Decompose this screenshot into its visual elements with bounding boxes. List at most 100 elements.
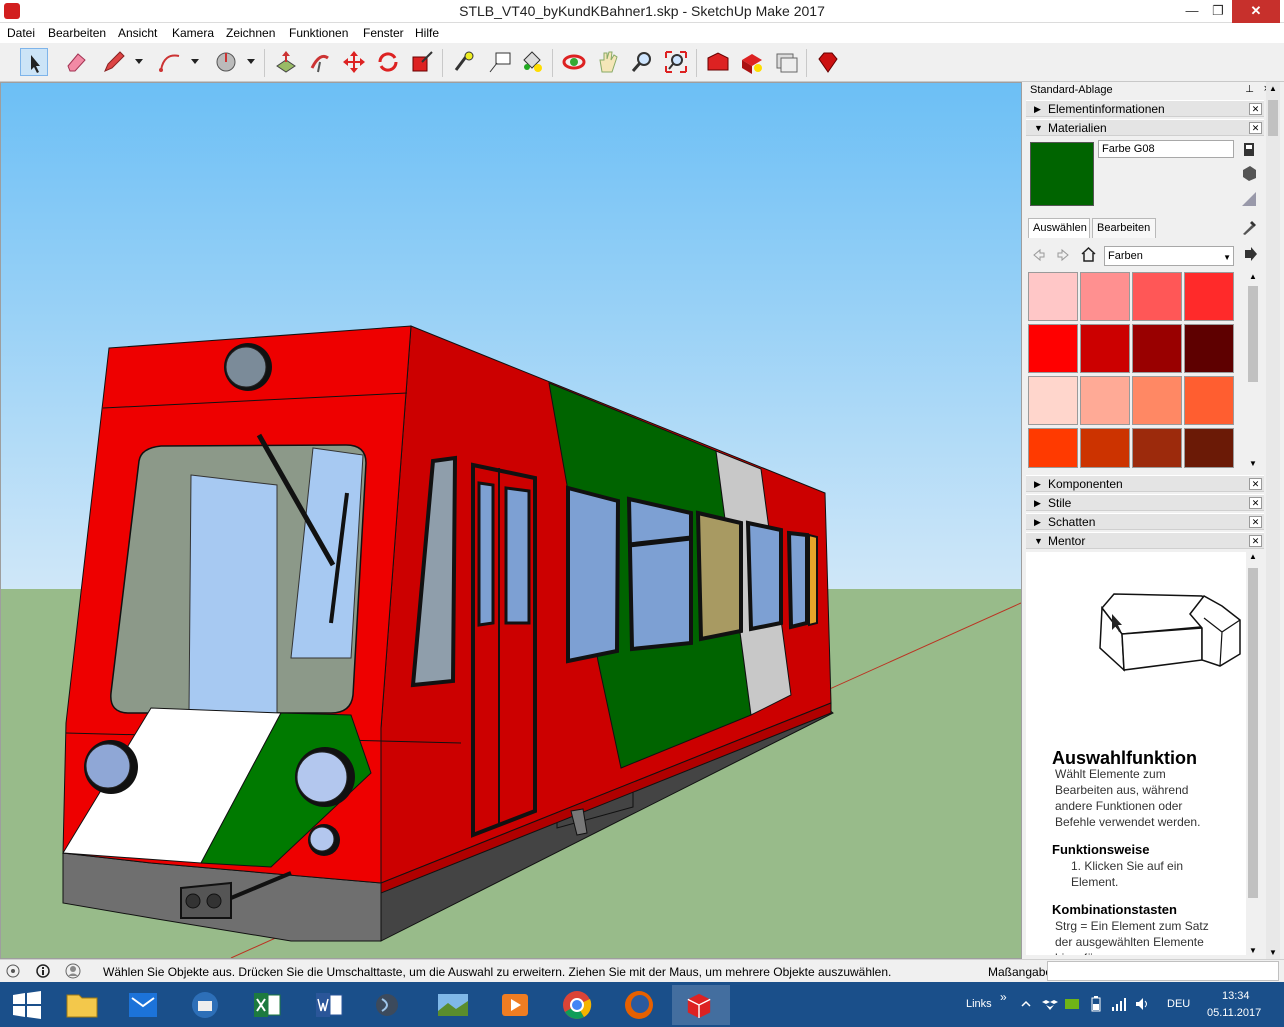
eyedropper-icon[interactable] [1240,218,1258,236]
scroll-up-icon[interactable]: ▲ [1249,552,1257,561]
wifi-icon[interactable] [1110,996,1128,1012]
volume-icon[interactable] [1134,996,1150,1012]
push-pull-icon[interactable] [272,48,300,76]
scrollbar-thumb[interactable] [1248,568,1258,898]
battery-icon[interactable] [1088,996,1104,1012]
select-icon[interactable] [20,48,48,76]
media-player-icon[interactable] [488,985,542,1025]
material-swatch[interactable] [1080,324,1130,373]
firefox-icon[interactable] [612,985,666,1025]
clock-time[interactable]: 13:34 [1222,990,1250,1002]
ruby-icon[interactable] [814,48,842,76]
swatch-scrollbar[interactable]: ▲ ▼ [1246,272,1260,468]
info-icon[interactable] [35,963,51,979]
scroll-up-icon[interactable]: ▲ [1269,84,1277,93]
close-icon[interactable]: ✕ [1249,122,1262,134]
forward-arrow-icon[interactable] [1056,248,1070,262]
close-icon[interactable]: ✕ [1249,103,1262,115]
sample-paint-icon[interactable] [1240,190,1258,208]
word-icon[interactable] [302,985,356,1025]
material-swatch[interactable] [1132,272,1182,321]
arc-dropdown-chevron-down-icon[interactable] [190,56,200,66]
scroll-down-icon[interactable]: ▼ [1249,459,1257,468]
text-icon[interactable] [486,48,514,76]
material-swatch[interactable] [1028,272,1078,321]
follow-me-icon[interactable] [306,48,334,76]
menu-zeichnen[interactable]: Zeichnen [226,26,275,40]
material-swatch[interactable] [1028,428,1078,468]
geo-location-icon[interactable] [5,963,21,979]
material-swatch[interactable] [1184,376,1234,425]
scroll-down-icon[interactable]: ▼ [1249,946,1257,955]
thunderbird-icon[interactable] [178,985,232,1025]
chevron-right-icon[interactable]: » [1000,990,1007,1004]
app-icon[interactable] [360,985,414,1025]
warehouse-icon[interactable] [704,48,732,76]
material-swatch[interactable] [1132,324,1182,373]
panel-styles[interactable]: ▶ Stile ✕ [1026,494,1264,511]
scroll-up-icon[interactable]: ▲ [1249,272,1257,281]
current-material-swatch[interactable] [1030,142,1094,206]
material-swatch[interactable] [1184,272,1234,321]
default-material-icon[interactable] [1240,164,1258,182]
rotate-icon[interactable] [374,48,402,76]
share-icon[interactable] [772,48,800,76]
maximize-button[interactable]: ❐ [1206,0,1230,23]
clock-date[interactable]: 05.11.2017 [1207,1007,1261,1019]
material-swatch[interactable] [1132,376,1182,425]
scale-icon[interactable] [408,48,436,76]
panel-materials[interactable]: ▼ Materialien ✕ [1026,119,1264,136]
move-icon[interactable] [340,48,368,76]
material-swatch[interactable] [1080,428,1130,468]
input-language[interactable]: DEU [1167,998,1190,1010]
account-icon[interactable] [65,963,81,979]
links-toolbar[interactable]: Links [966,998,992,1010]
pan-icon[interactable] [594,48,622,76]
chevron-up-icon[interactable] [1020,998,1032,1010]
chrome-icon[interactable] [550,985,604,1025]
menu-ansicht[interactable]: Ansicht [118,26,157,40]
panel-components[interactable]: ▶ Komponenten ✕ [1026,475,1264,492]
material-swatch[interactable] [1184,324,1234,373]
arc-icon[interactable] [156,48,184,76]
material-swatch[interactable] [1132,428,1182,468]
shape-dropdown-chevron-down-icon[interactable] [246,56,256,66]
scrollbar-thumb[interactable] [1268,100,1278,136]
sketchup-icon[interactable] [672,985,730,1025]
mentor-scrollbar[interactable]: ▲ ▼ [1246,552,1260,955]
menu-kamera[interactable]: Kamera [172,26,214,40]
close-icon[interactable]: ✕ [1249,497,1262,509]
library-select[interactable]: Farben ▼ [1104,246,1234,266]
measurements-input[interactable] [1047,961,1279,981]
panel-shadows[interactable]: ▶ Schatten ✕ [1026,513,1264,530]
photos-icon[interactable] [426,985,480,1025]
pencil-dropdown-chevron-down-icon[interactable] [134,56,144,66]
close-button[interactable]: ✕ [1232,0,1280,23]
details-arrow-icon[interactable] [1242,246,1258,262]
drawing-viewport[interactable] [0,82,1022,959]
material-name-field[interactable]: Farbe G08 [1098,140,1234,158]
scroll-down-icon[interactable]: ▼ [1269,948,1277,957]
close-icon[interactable]: ✕ [1249,535,1262,547]
menu-fenster[interactable]: Fenster [363,26,404,40]
eraser-icon[interactable] [62,48,90,76]
back-arrow-icon[interactable] [1032,248,1046,262]
create-material-icon[interactable] [1240,140,1258,158]
home-icon[interactable] [1080,246,1097,263]
material-swatch[interactable] [1080,376,1130,425]
close-icon[interactable]: ✕ [1249,478,1262,490]
dropbox-icon[interactable] [1042,996,1058,1012]
zoom-extents-icon[interactable] [662,48,690,76]
menu-bearbeiten[interactable]: Bearbeiten [48,26,106,40]
nvidia-icon[interactable] [1064,996,1080,1012]
pin-icon[interactable]: ⊥ [1245,84,1254,95]
pie-icon[interactable] [212,48,240,76]
material-swatch[interactable] [1028,376,1078,425]
menu-hilfe[interactable]: Hilfe [415,26,439,40]
file-explorer-icon[interactable] [55,985,109,1025]
tray-scrollbar[interactable]: ▲ ▼ [1266,82,1280,959]
mail-icon[interactable] [116,985,170,1025]
excel-icon[interactable] [240,985,294,1025]
tab-auswaehlen[interactable]: Auswählen [1028,218,1090,238]
zoom-icon[interactable] [628,48,656,76]
